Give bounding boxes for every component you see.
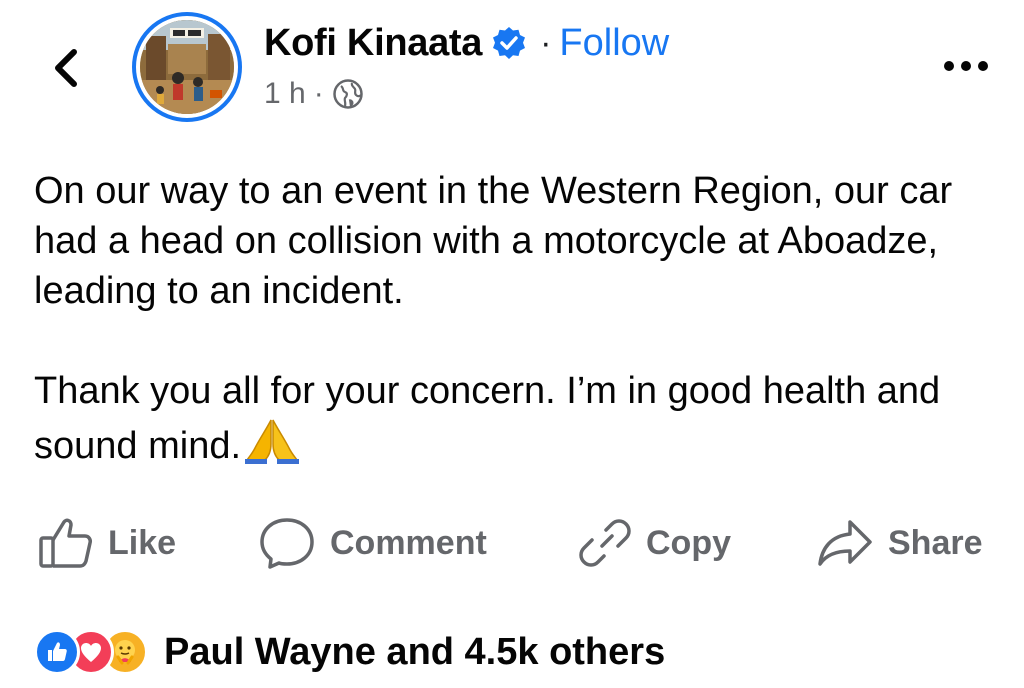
folded-hands-emoji: [245, 416, 300, 464]
album-art-illustration: [140, 20, 234, 114]
post-body: On our way to an event in the Western Re…: [34, 166, 994, 471]
thumbs-up-icon: [38, 516, 94, 570]
share-label: Share: [888, 523, 983, 562]
reaction-icons: [34, 629, 148, 675]
verified-badge-icon: [492, 26, 526, 60]
share-button[interactable]: Share: [816, 510, 983, 576]
share-arrow-icon: [816, 518, 874, 568]
name-separator: ·: [540, 23, 552, 62]
copy-label: Copy: [646, 523, 731, 562]
like-reaction-icon: [34, 629, 80, 675]
facebook-post-view: Kofi Kinaata · Follow 1 h · On our way t…: [0, 0, 1024, 688]
copy-link-button[interactable]: Copy: [578, 510, 731, 576]
more-horizontal-icon: [944, 61, 988, 71]
chevron-left-icon: [55, 49, 77, 87]
avatar-image: [140, 20, 234, 114]
author-name[interactable]: Kofi Kinaata: [264, 22, 482, 65]
post-paragraph-2: Thank you all for your concern. I’m in g…: [34, 370, 951, 467]
like-label: Like: [108, 523, 177, 562]
reactions-summary[interactable]: Paul Wayne and 4.5k others: [34, 626, 665, 678]
globe-icon: [332, 78, 364, 110]
post-meta: 1 h ·: [264, 74, 364, 114]
back-button[interactable]: [40, 40, 90, 96]
comment-bubble-icon: [258, 516, 316, 570]
more-options-button[interactable]: [936, 48, 996, 84]
comment-button[interactable]: Comment: [258, 510, 487, 576]
author-avatar[interactable]: [132, 12, 242, 122]
link-icon: [578, 516, 632, 570]
post-timestamp[interactable]: 1 h: [264, 77, 306, 111]
author-name-row: Kofi Kinaata · Follow: [264, 18, 669, 68]
post-actions-bar: Like Comment Copy Share: [0, 510, 1024, 576]
like-button[interactable]: Like: [38, 510, 176, 576]
meta-separator: ·: [313, 77, 324, 110]
reactions-count-text: Paul Wayne and 4.5k others: [164, 630, 666, 673]
post-paragraph-1: On our way to an event in the Western Re…: [34, 170, 963, 312]
follow-button[interactable]: Follow: [559, 22, 669, 65]
comment-label: Comment: [330, 523, 487, 562]
